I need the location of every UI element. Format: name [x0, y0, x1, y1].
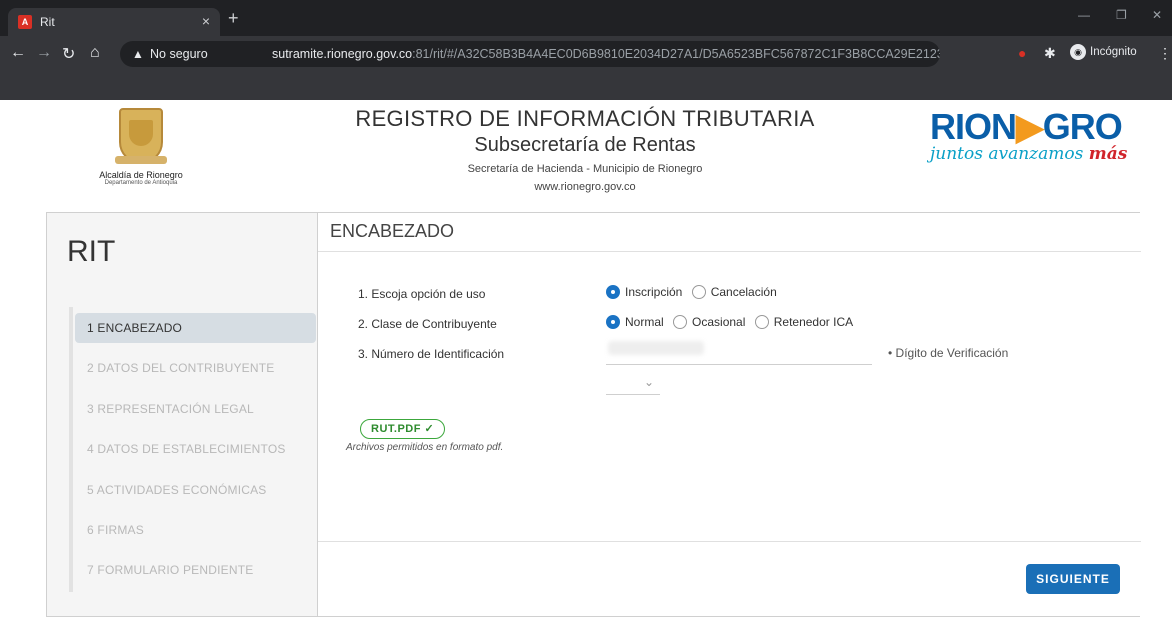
incognito-badge[interactable]: ◉ Incógnito — [1070, 44, 1137, 64]
q1-radio-group: Inscripción Cancelación — [606, 284, 783, 300]
close-window-icon[interactable]: ✕ — [1152, 8, 1162, 22]
footer-divider — [318, 541, 1141, 542]
verification-digit-label: • Dígito de Verificación — [888, 346, 1009, 360]
radio-empty-icon — [673, 314, 688, 329]
coat-of-arms-icon — [115, 108, 167, 164]
radio-selected-icon — [606, 314, 620, 329]
security-label: No seguro — [150, 47, 208, 61]
sidebar-item-formulario-pendiente[interactable]: 7 FORMULARIO PENDIENTE — [75, 555, 316, 585]
reload-icon[interactable]: ↻ — [62, 44, 75, 64]
radio-cancelacion[interactable]: Cancelación — [691, 284, 777, 299]
address-bar[interactable]: ▲ No seguro sutramite.rionegro.gov.co:81… — [120, 41, 940, 67]
warning-icon: ▲ — [132, 47, 144, 61]
redacted-value — [608, 341, 704, 355]
incognito-icon: ◉ — [1070, 44, 1086, 60]
form-panel: RIT 1 ENCABEZADO 2 DATOS DEL CONTRIBUYEN… — [46, 212, 1141, 617]
q2-label: 2. Clase de Contribuyente — [358, 317, 497, 331]
divider — [318, 251, 1141, 252]
steps-rail — [69, 307, 73, 592]
incognito-label: Incógnito — [1090, 46, 1137, 59]
q2-radio-group: Normal Ocasional Retenedor ICA — [606, 314, 859, 330]
sidebar-item-datos-contribuyente[interactable]: 2 DATOS DEL CONTRIBUYENTE — [75, 353, 316, 383]
radio-empty-icon — [691, 284, 706, 299]
logo-line2: Departamento de Antioquia — [104, 180, 178, 186]
radio-retenedor-ica[interactable]: Retenedor ICA — [754, 314, 853, 329]
sidebar-item-encabezado[interactable]: 1 ENCABEZADO — [75, 313, 316, 343]
document-type-select[interactable]: ⌄ — [606, 373, 660, 395]
back-icon[interactable]: ← — [10, 44, 26, 62]
browser-titlebar: A Rit × + — ❐ ✕ — [0, 0, 1172, 36]
puzzle-icon[interactable]: ✱ — [1044, 45, 1056, 62]
brand-wordmark: RION▶GRO — [930, 106, 1123, 147]
extension-icon[interactable]: ● — [1018, 45, 1026, 61]
department-text: Secretaría de Hacienda - Municipio de Ri… — [467, 163, 703, 175]
form-content: ENCABEZADO 1. Escoja opción de uso Inscr… — [317, 213, 1141, 616]
sidebar-item-actividades[interactable]: 5 ACTIVIDADES ECONÓMICAS — [75, 475, 316, 505]
new-tab-icon[interactable]: + — [228, 8, 239, 29]
sidebar-item-establecimientos[interactable]: 4 DATOS DE ESTABLECIMIENTOS — [75, 434, 316, 464]
url-path: :81/rit/#/A32C58B3B4A4EC0D6B9810E2034D27… — [412, 47, 940, 61]
website-text: www.rionegro.gov.co — [534, 181, 636, 193]
restore-icon[interactable]: ❐ — [1116, 8, 1127, 22]
url-host: sutramite.rionegro.gov.co — [272, 47, 413, 61]
page-title: REGISTRO DE INFORMACIÓN TRIBUTARIA — [355, 106, 815, 131]
tab-title: Rit — [40, 15, 55, 29]
alcaldia-logo: Alcaldía de Rionegro Departamento de Ant… — [86, 108, 196, 198]
section-title: ENCABEZADO — [330, 221, 455, 241]
favicon-icon: A — [18, 15, 32, 29]
q3-label: 3. Número de Identificación — [358, 347, 505, 361]
brand-slogan: juntos avanzamos más — [930, 144, 1128, 164]
radio-normal[interactable]: Normal — [606, 314, 664, 329]
browser-toolbar: ← → ↻ ⌂ ▲ No seguro sutramite.rionegro.g… — [0, 36, 1172, 72]
menu-icon[interactable]: ⋮ — [1158, 45, 1172, 62]
close-tab-icon[interactable]: × — [202, 13, 210, 29]
rut-file-chip[interactable]: RUT.PDF ✓ — [360, 419, 446, 439]
forward-icon[interactable]: → — [36, 44, 52, 62]
minimize-icon[interactable]: — — [1078, 8, 1090, 22]
next-button[interactable]: SIGUIENTE — [1026, 564, 1120, 594]
page: Alcaldía de Rionegro Departamento de Ant… — [0, 100, 1172, 629]
sidebar-item-firmas[interactable]: 6 FIRMAS — [75, 515, 316, 545]
q1-label: 1. Escoja opción de uso — [358, 287, 486, 301]
steps-sidebar: RIT 1 ENCABEZADO 2 DATOS DEL CONTRIBUYEN… — [47, 213, 317, 616]
page-header: REGISTRO DE INFORMACIÓN TRIBUTARIA Subse… — [330, 106, 840, 193]
home-icon[interactable]: ⌂ — [90, 44, 100, 62]
file-hint: Archivos permitidos en formato pdf. — [346, 442, 504, 453]
logo-line1: Alcaldía de Rionegro — [99, 170, 183, 180]
bookmarks-bar — [0, 72, 1172, 100]
radio-empty-icon — [754, 314, 769, 329]
browser-tab[interactable]: A Rit × — [8, 8, 220, 36]
radio-ocasional[interactable]: Ocasional — [673, 314, 745, 329]
page-subtitle: Subsecretaría de Rentas — [474, 134, 696, 156]
radio-inscripcion[interactable]: Inscripción — [606, 284, 682, 299]
sidebar-item-representacion-legal[interactable]: 3 REPRESENTACIÓN LEGAL — [75, 394, 316, 424]
chevron-down-icon: ⌄ — [643, 375, 654, 389]
radio-selected-icon — [606, 284, 620, 299]
url-text: sutramite.rionegro.gov.co:81/rit/#/A32C5… — [272, 41, 940, 67]
sidebar-title: RIT — [67, 235, 116, 268]
rionegro-logo: RION▶GRO juntos avanzamos más — [930, 106, 1140, 164]
